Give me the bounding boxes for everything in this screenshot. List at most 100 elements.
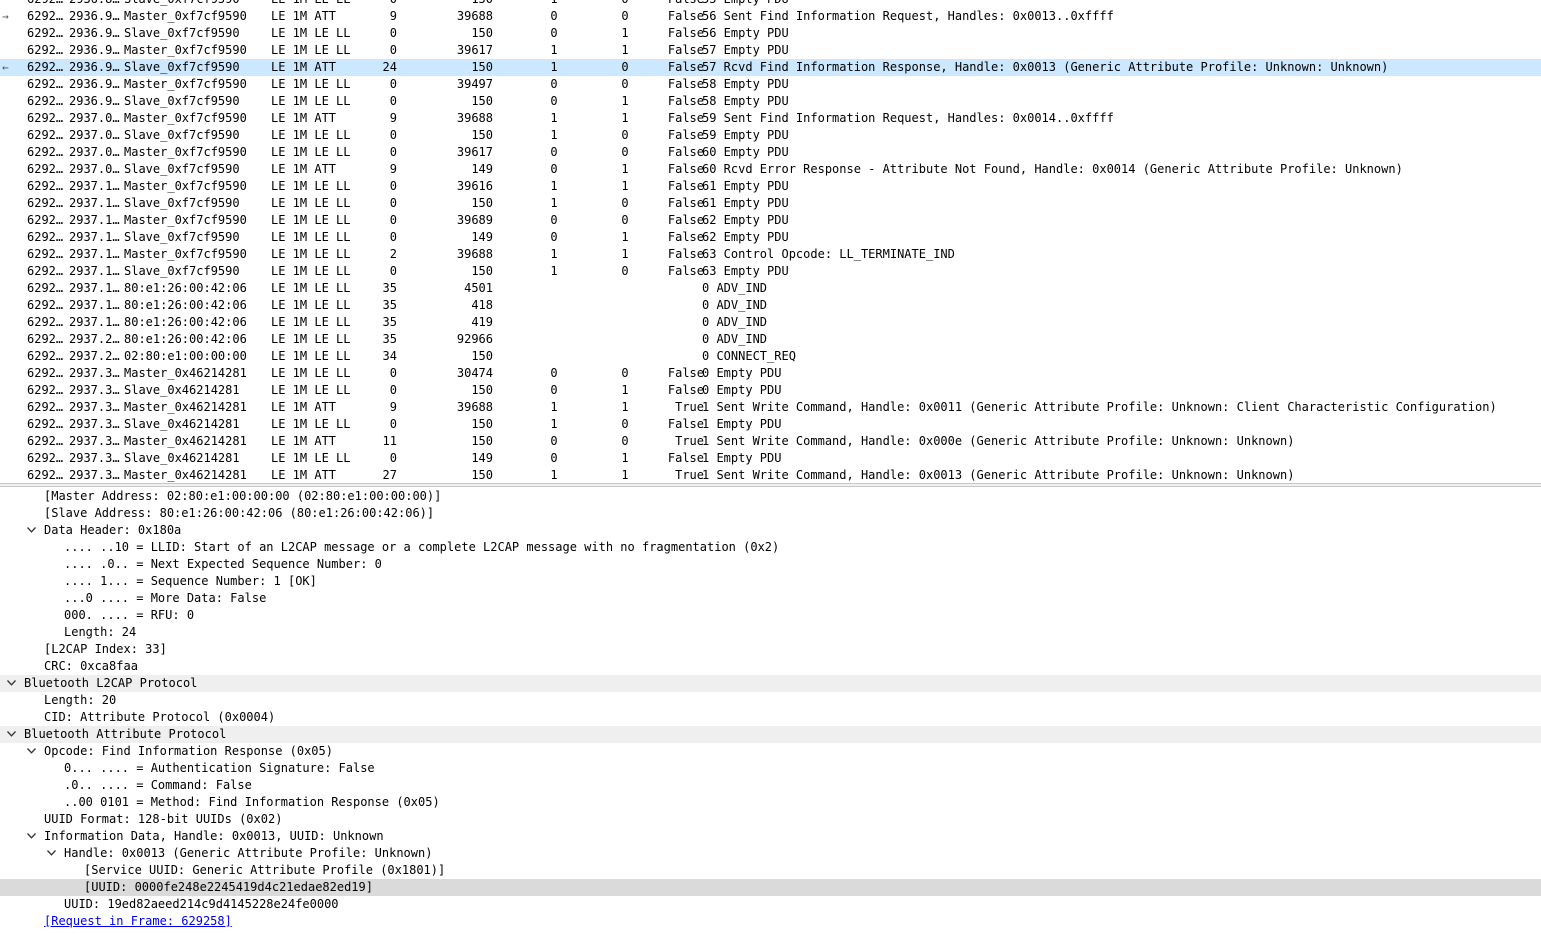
packet-row[interactable]: 6292… 2937.1… Master_0xf7cf9590 LE 1M LE LL…	[0, 212, 1541, 229]
col-more-data: False	[667, 77, 704, 91]
packet-details-tree[interactable]: [Master Address: 02:80:e1:00:00:00 (02:8…	[0, 487, 1541, 935]
col-sn: 0	[621, 60, 629, 74]
protocol-tree-header[interactable]: Bluetooth Attribute Protocol	[0, 726, 1541, 743]
col-protocol: LE 1M LE LL	[271, 43, 351, 57]
chevron-down-icon[interactable]	[26, 743, 38, 760]
packet-row[interactable]: 6292… 2937.1… 80:e1:26:00:42:06 LE 1M LE LL…	[0, 297, 1541, 314]
packet-row[interactable]: 6292… 2936.8… Slave_0xf7cf9590 LE 1M LE LL 0…	[0, 0, 1541, 8]
col-source: Master_0x46214281	[124, 400, 247, 414]
col-source: Slave_0xf7cf9590	[124, 60, 240, 74]
tree-item[interactable]: 000. .... = RFU: 0	[0, 607, 1541, 624]
packet-row[interactable]: 6292… 2937.3… Master_0x46214281 LE 1M LE LL…	[0, 365, 1541, 382]
packet-row[interactable]: → 6292… 2936.9… Master_0xf7cf9590 LE 1M ATT 9…	[0, 8, 1541, 25]
packet-row[interactable]: 6292… 2937.2… 02:80:e1:00:00:00 LE 1M LE LL…	[0, 348, 1541, 365]
packet-row[interactable]: 6292… 2937.0… Slave_0xf7cf9590 LE 1M LE LL 0…	[0, 127, 1541, 144]
col-number: 6292…	[27, 451, 64, 465]
tree-item[interactable]: ...0 .... = More Data: False	[0, 590, 1541, 607]
tree-item[interactable]: .... 1... = Sequence Number: 1 [OK]	[0, 573, 1541, 590]
request-frame-link[interactable]: [Request in Frame: 629258]	[44, 913, 232, 930]
col-length: 0	[389, 383, 397, 397]
col-protocol: LE 1M LE LL	[271, 451, 351, 465]
col-more-data: False	[667, 230, 704, 244]
col-access-address: 150	[471, 468, 493, 482]
tree-item[interactable]: [Slave Address: 80:e1:26:00:42:06 (80:e1…	[0, 505, 1541, 522]
col-number: 6292…	[27, 383, 64, 397]
col-time: 2936.9…	[69, 60, 120, 74]
packet-row[interactable]: 6292… 2936.9… Slave_0xf7cf9590 LE 1M LE LL 0…	[0, 25, 1541, 42]
col-sn: 0	[621, 77, 629, 91]
col-source: 80:e1:26:00:42:06	[124, 332, 247, 346]
tree-item[interactable]: .0.. .... = Command: False	[0, 777, 1541, 794]
tree-item[interactable]: Information Data, Handle: 0x0013, UUID: …	[0, 828, 1541, 845]
packet-row[interactable]: 6292… 2937.3… Master_0x46214281 LE 1M ATT 9 3…	[0, 399, 1541, 416]
protocol-tree-header[interactable]: Bluetooth L2CAP Protocol	[0, 675, 1541, 692]
col-info: 0 ADV_IND	[702, 315, 768, 329]
tree-item[interactable]: CID: Attribute Protocol (0x0004)	[0, 709, 1541, 726]
chevron-down-icon[interactable]	[6, 726, 18, 743]
tree-item[interactable]: UUID: 19ed82aeed214c9d4145228e24fe0000	[0, 896, 1541, 913]
tree-item[interactable]: [Service UUID: Generic Attribute Profile…	[0, 862, 1541, 879]
packet-row[interactable]: 6292… 2937.0… Master_0xf7cf9590 LE 1M LE LL…	[0, 144, 1541, 161]
packet-row[interactable]: 6292… 2937.2… 80:e1:26:00:42:06 LE 1M LE LL…	[0, 331, 1541, 348]
packet-row[interactable]: 6292… 2936.9… Slave_0xf7cf9590 LE 1M LE LL 0…	[0, 93, 1541, 110]
tree-item[interactable]: Length: 20	[0, 692, 1541, 709]
packet-row-selected[interactable]: ← 6292… 2936.9… Slave_0xf7cf9590 LE 1M ATT 24…	[0, 59, 1541, 76]
tree-item[interactable]: .... .0.. = Next Expected Sequence Numbe…	[0, 556, 1541, 573]
col-source: Slave_0xf7cf9590	[124, 196, 240, 210]
tree-item[interactable]: Handle: 0x0013 (Generic Attribute Profil…	[0, 845, 1541, 862]
tree-item[interactable]: Opcode: Find Information Response (0x05)	[0, 743, 1541, 760]
chevron-down-icon[interactable]	[26, 522, 38, 539]
packet-row[interactable]: 6292… 2936.9… Master_0xf7cf9590 LE 1M LE LL…	[0, 76, 1541, 93]
col-source: Master_0xf7cf9590	[124, 179, 247, 193]
col-number: 6292…	[27, 298, 64, 312]
col-protocol: LE 1M ATT	[271, 111, 337, 125]
packet-row[interactable]: 6292… 2937.1… Master_0xf7cf9590 LE 1M LE LL…	[0, 178, 1541, 195]
tree-item[interactable]: ..00 0101 = Method: Find Information Res…	[0, 794, 1541, 811]
col-more-data: True	[675, 434, 704, 448]
tree-item[interactable]: Length: 24	[0, 624, 1541, 641]
tree-item[interactable]: 0... .... = Authentication Signature: Fa…	[0, 760, 1541, 777]
col-length: 11	[382, 434, 397, 448]
tree-item[interactable]: [L2CAP Index: 33]	[0, 641, 1541, 658]
col-source: Master_0x46214281	[124, 434, 247, 448]
packet-row[interactable]: 6292… 2937.1… Slave_0xf7cf9590 LE 1M LE LL 0…	[0, 229, 1541, 246]
col-source: Master_0xf7cf9590	[124, 111, 247, 125]
packet-row[interactable]: 6292… 2937.3… Slave_0x46214281 LE 1M LE LL 0…	[0, 382, 1541, 399]
packet-row[interactable]: 6292… 2937.0… Master_0xf7cf9590 LE 1M ATT 9 3…	[0, 110, 1541, 127]
packet-row[interactable]: 6292… 2937.1… 80:e1:26:00:42:06 LE 1M LE LL…	[0, 280, 1541, 297]
col-protocol: LE 1M LE LL	[271, 213, 351, 227]
packet-row[interactable]: 6292… 2937.1… Slave_0xf7cf9590 LE 1M LE LL 0…	[0, 263, 1541, 280]
packet-list[interactable]: 6292… 2936.8… Slave_0xf7cf9590 LE 1M LE LL 0…	[0, 0, 1541, 483]
packet-row[interactable]: 6292… 2937.1… Master_0xf7cf9590 LE 1M LE LL…	[0, 246, 1541, 263]
col-time: 2937.2…	[69, 349, 120, 363]
tree-item[interactable]: .... ..10 = LLID: Start of an L2CAP mess…	[0, 539, 1541, 556]
packet-row[interactable]: 6292… 2936.9… Master_0xf7cf9590 LE 1M LE LL…	[0, 42, 1541, 59]
packet-row[interactable]: 6292… 2937.0… Slave_0xf7cf9590 LE 1M ATT 9 14…	[0, 161, 1541, 178]
tree-item[interactable]: CRC: 0xca8faa	[0, 658, 1541, 675]
col-info: 0 ADV_IND	[702, 281, 768, 295]
col-more-data: True	[675, 468, 704, 482]
tree-item[interactable]: UUID Format: 128-bit UUIDs (0x02)	[0, 811, 1541, 828]
chevron-down-icon[interactable]	[46, 845, 58, 862]
col-more-data: False	[667, 417, 704, 431]
col-length: 0	[389, 43, 397, 57]
chevron-down-icon[interactable]	[6, 675, 18, 692]
col-number: 6292…	[27, 247, 64, 261]
packet-row[interactable]: 6292… 2937.3… Slave_0x46214281 LE 1M LE LL 0…	[0, 416, 1541, 433]
chevron-down-icon[interactable]	[26, 828, 38, 845]
packet-row[interactable]: 6292… 2937.1… Slave_0xf7cf9590 LE 1M LE LL 0…	[0, 195, 1541, 212]
tree-item[interactable]: [Master Address: 02:80:e1:00:00:00 (02:8…	[0, 488, 1541, 505]
tree-item[interactable]: [Request in Frame: 629258]	[0, 913, 1541, 930]
packet-row[interactable]: 6292… 2937.1… 80:e1:26:00:42:06 LE 1M LE LL…	[0, 314, 1541, 331]
tree-item[interactable]: Data Header: 0x180a	[0, 522, 1541, 539]
col-info: 0 Empty PDU	[702, 383, 782, 397]
packet-row[interactable]: 6292… 2937.3… Master_0x46214281 LE 1M ATT 27…	[0, 467, 1541, 483]
tree-item-label: Handle: 0x0013 (Generic Attribute Profil…	[64, 846, 433, 860]
tree-item[interactable]: [UUID: 0000fe248e2245419d4c21edae82ed19]	[0, 879, 1541, 896]
col-protocol: LE 1M LE LL	[271, 128, 351, 142]
col-protocol: LE 1M ATT	[271, 468, 337, 482]
packet-row[interactable]: 6292… 2937.3… Slave_0x46214281 LE 1M LE LL 0…	[0, 450, 1541, 467]
packet-row[interactable]: 6292… 2937.3… Master_0x46214281 LE 1M ATT 11…	[0, 433, 1541, 450]
col-access-address: 150	[471, 349, 493, 363]
col-source: Slave_0xf7cf9590	[124, 0, 240, 8]
